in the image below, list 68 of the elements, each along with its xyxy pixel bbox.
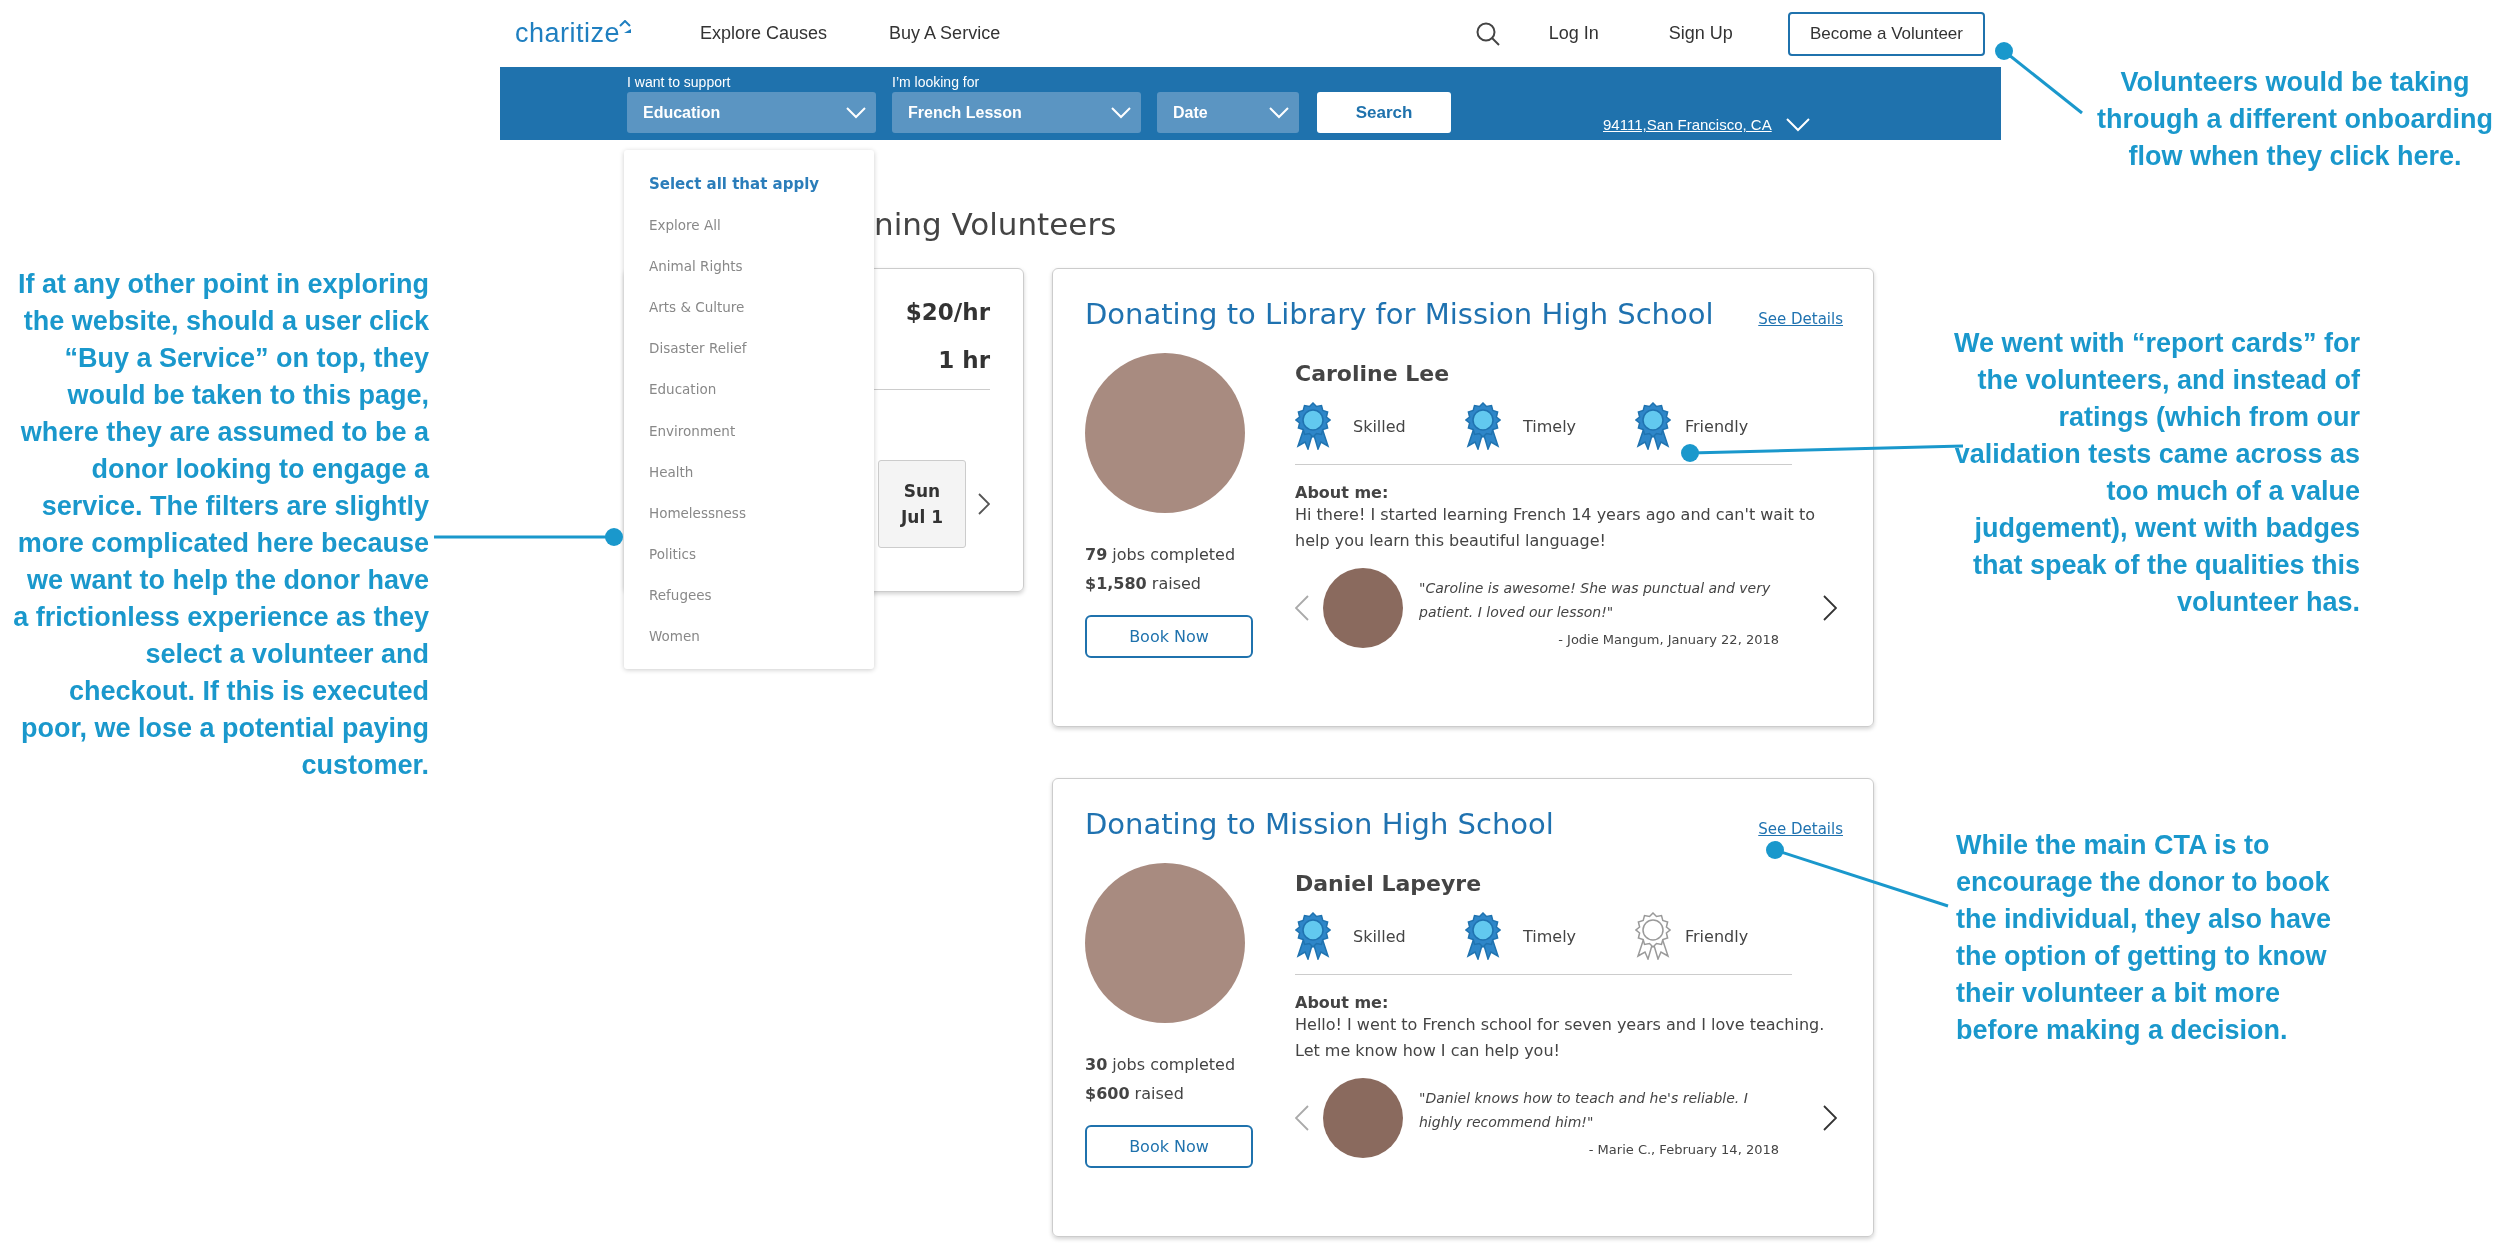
search-button[interactable]: Search — [1317, 92, 1451, 133]
review-quote: "Daniel knows how to teach and he's reliable. I highly recommend him!" — [1419, 1088, 1749, 1132]
menu-item[interactable]: Explore All — [649, 204, 874, 246]
filter-label: I’m looking for — [892, 74, 981, 90]
chevron-down-icon — [1269, 106, 1289, 119]
menu-item[interactable]: Homelessness — [649, 492, 874, 534]
book-now-button[interactable]: Book Now — [1085, 1125, 1253, 1168]
menu-header: Select all that apply — [649, 174, 821, 195]
badge-label: Timely — [1523, 926, 1577, 946]
badge-label: Friendly — [1685, 926, 1749, 946]
chevron-down-icon — [846, 106, 866, 119]
menu-item[interactable]: Environment — [649, 409, 874, 452]
duration: 1 hr — [938, 347, 990, 373]
menu-item[interactable]: Animal Rights — [649, 245, 874, 287]
nav-link[interactable]: Log In — [1548, 23, 1599, 44]
nav-link[interactable]: Buy A Service — [889, 23, 1001, 44]
about-text: Hi there! I started learning French 14 years ago and can't wait to help you learn this beautiful language! — [1295, 504, 1817, 552]
see-details-link[interactable]: See Details — [1758, 310, 1843, 328]
section-heading: ning Volunteers — [874, 206, 1117, 242]
chevron-down-icon — [1111, 106, 1131, 119]
location-link[interactable]: 94111,San Francisco, CA — [1603, 116, 1772, 133]
menu-item[interactable]: Women — [649, 615, 874, 658]
jobs-completed: 30 jobs completed — [1085, 1055, 1237, 1074]
hourly-rate: $20/hr — [905, 299, 990, 325]
review-author: - Marie C., February 14, 2018 — [1587, 1141, 1779, 1157]
badge-label: Skilled — [1353, 416, 1406, 436]
about-heading: About me: — [1295, 993, 1390, 1012]
nav-link[interactable]: Explore Causes — [700, 23, 828, 44]
volunteer-name: Daniel Lapeyre — [1295, 871, 1483, 896]
book-now-button[interactable]: Book Now — [1085, 615, 1253, 658]
amount-raised: $600 raised — [1085, 1084, 1185, 1103]
menu-item[interactable]: Refugees — [649, 574, 874, 616]
menu-item[interactable]: Education — [649, 368, 874, 410]
annotation-text: While the main CTA is to encourage the donor to book the individual, they also have the option of getting to know their volunteer a bit more before making a decision. — [1956, 829, 2333, 1047]
see-details-link[interactable]: See Details — [1758, 820, 1843, 838]
become-volunteer-button[interactable]: Become a Volunteer — [1787, 11, 1985, 56]
date-option[interactable]: Sun Jul 1 — [878, 460, 966, 548]
volunteer-name: Caroline Lee — [1295, 361, 1451, 386]
chevron-down-icon[interactable] — [1785, 117, 1810, 132]
badge-label: Timely — [1523, 416, 1577, 436]
dropdown-field[interactable]: French Lesson — [892, 92, 1141, 133]
about-text: Hello! I went to French school for seven years and I love teaching. Let me know how I can help you! — [1295, 1014, 1826, 1062]
review-author: - Jodie Mangum, January 22, 2018 — [1557, 631, 1779, 647]
logo[interactable]: charitize — [515, 18, 621, 49]
filter-label: I want to support — [627, 74, 732, 90]
chevron-right-icon[interactable] — [1823, 595, 1837, 621]
amount-raised: $1,580 raised — [1085, 574, 1202, 593]
dropdown-field[interactable]: Education — [627, 92, 876, 133]
card-title: Donating to Mission High School — [1085, 807, 1554, 841]
menu-item[interactable]: Politics — [649, 533, 874, 575]
search-icon[interactable] — [1474, 20, 1501, 47]
chevron-right-icon[interactable] — [1823, 1105, 1837, 1131]
annotation-text: If at any other point in exploring the website, should a user click “Buy a Service” on top, they would be taken to this page, where they are assumed to be a donor looking to engage a service. The filters are slightly more complicated here because we want to help the donor have a frictionless experience as they select a volunteer and checkout. If this is executed poor, we lose a potential paying customer. — [12, 268, 429, 782]
badge-label: Skilled — [1353, 926, 1406, 946]
menu-item[interactable]: Health — [649, 451, 874, 493]
card-title: Donating to Library for Mission High School — [1085, 297, 1714, 331]
review-quote: "Caroline is awesome! She was punctual and very patient. I loved our lesson!" — [1419, 578, 1772, 622]
nav-link[interactable]: Sign Up — [1668, 23, 1733, 44]
badge-label: Friendly — [1685, 416, 1749, 436]
chevron-right-icon[interactable] — [978, 493, 990, 515]
about-heading: About me: — [1295, 483, 1390, 502]
logo-mark-icon — [618, 20, 633, 34]
annotation-text: We went with “report cards” for the volunteers, and instead of ratings (which from our validation tests came across as too much of a value judgement), went with badges that speak of the qualities this volunteer has. — [1952, 327, 2360, 619]
menu-item[interactable]: Arts & Culture — [649, 286, 874, 328]
annotation-text: Volunteers would be taking through a different onboarding flow when they click here. — [2096, 66, 2494, 173]
jobs-completed: 79 jobs completed — [1085, 545, 1237, 564]
menu-item[interactable]: Disaster Relief — [649, 327, 874, 369]
dropdown-field[interactable]: Date — [1157, 92, 1299, 133]
